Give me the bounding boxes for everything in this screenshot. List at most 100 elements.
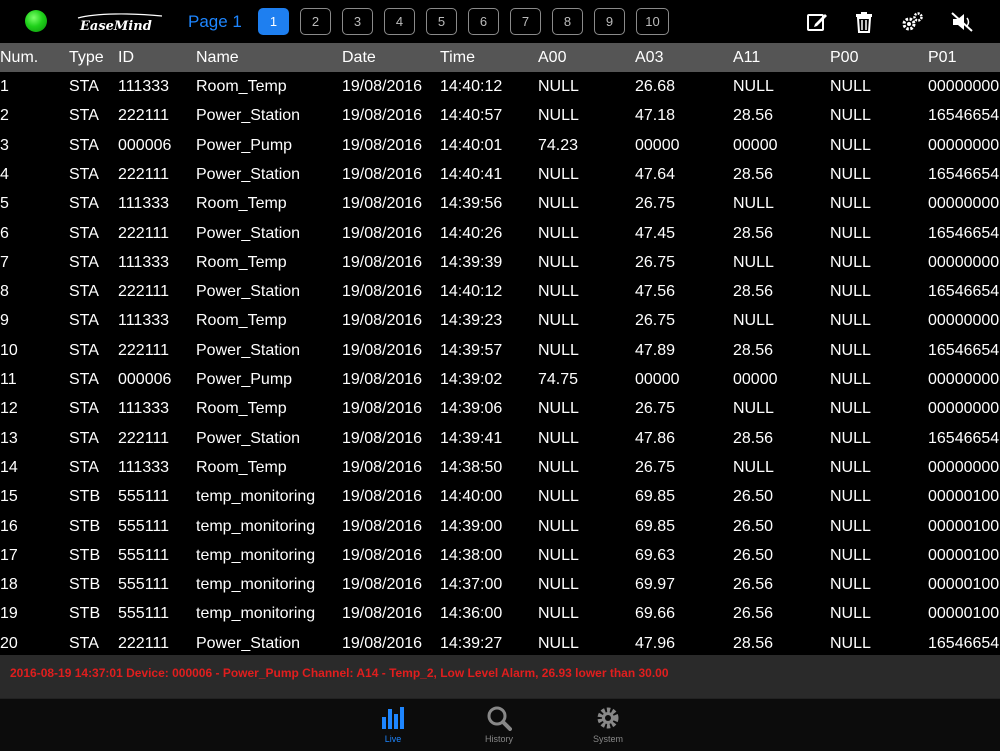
- cell-name: Power_Station: [196, 341, 301, 359]
- cell-time: 14:36:00: [440, 605, 503, 623]
- table-row[interactable]: 6 STA 222111 Power_Station 19/08/2016 14:40:2…: [0, 219, 1000, 248]
- cell-type: STA: [69, 429, 99, 447]
- cell-p00: NULL: [830, 253, 871, 271]
- cell-a11: 28.56: [733, 107, 774, 125]
- cell-type: STB: [69, 605, 101, 623]
- table-row[interactable]: 18 STB 555111 temp_monitoring 19/08/2016 14:3…: [0, 570, 1000, 599]
- cell-p00: NULL: [830, 546, 871, 564]
- table-row[interactable]: 12 STA 111333 Room_Temp 19/08/2016 14:39:06 NU…: [0, 394, 1000, 423]
- cell-p01: 00000000: [928, 78, 1000, 95]
- cell-id: 555111: [118, 605, 170, 623]
- cell-num: 1: [0, 78, 9, 95]
- settings-icon[interactable]: [900, 11, 924, 33]
- cell-a11: 28.56: [733, 224, 774, 242]
- cell-id: 555111: [118, 488, 170, 506]
- table-row[interactable]: 17 STB 555111 temp_monitoring 19/08/2016 14:3…: [0, 541, 1000, 570]
- cell-p01: 16546654: [928, 429, 1000, 447]
- cell-name: Power_Pump: [196, 371, 293, 388]
- table-row[interactable]: 10 STA 222111 Power_Station 19/08/2016 14:39:…: [0, 336, 1000, 365]
- bar-chart-icon: [382, 707, 404, 729]
- cell-date: 19/08/2016: [342, 165, 423, 183]
- column-header-date[interactable]: Date: [342, 49, 376, 67]
- column-header-a03[interactable]: A03: [635, 49, 663, 67]
- cell-num: 2: [0, 107, 9, 125]
- cell-p00: NULL: [830, 136, 871, 154]
- cell-a11: 26.50: [733, 517, 774, 535]
- table-row[interactable]: 9 STA 111333 Room_Temp 19/08/2016 14:39:23 NUL…: [0, 306, 1000, 335]
- cell-type: STA: [69, 165, 99, 183]
- cell-name: temp_monitoring: [196, 576, 316, 594]
- tab-live[interactable]: Live: [358, 703, 428, 749]
- cell-p01: 00000100: [928, 576, 1000, 594]
- column-header-type[interactable]: Type: [69, 49, 104, 67]
- table-row[interactable]: 15 STB 555111 temp_monitoring 19/08/2016 14:4…: [0, 482, 1000, 511]
- page-button-9[interactable]: 9: [594, 8, 625, 35]
- table-row[interactable]: 20 STA 222111 Power_Station 19/08/2016 14:39:…: [0, 629, 1000, 655]
- cell-type: STB: [69, 546, 101, 564]
- column-header-name[interactable]: Name: [196, 49, 239, 67]
- cell-num: 4: [0, 165, 9, 183]
- cell-date: 19/08/2016: [342, 634, 423, 652]
- table-row[interactable]: 16 STB 555111 temp_monitoring 19/08/2016 14:3…: [0, 512, 1000, 541]
- cell-p01: 16546654: [928, 224, 1000, 242]
- table-row[interactable]: 11 STA 000006 Power_Pump 19/08/2016 14:39:02 7…: [0, 365, 1000, 394]
- table-row[interactable]: 5 STA 111333 Room_Temp 19/08/2016 14:39:56 NUL…: [0, 189, 1000, 218]
- table-row[interactable]: 8 STA 222111 Power_Station 19/08/2016 14:40:1…: [0, 277, 1000, 306]
- page-button-6[interactable]: 6: [468, 8, 499, 35]
- cell-num: 20: [0, 634, 18, 652]
- page-button-4[interactable]: 4: [384, 8, 415, 35]
- tab-system[interactable]: System: [573, 703, 643, 749]
- easemind-logo: EaseMind: [77, 13, 163, 34]
- column-header-id[interactable]: ID: [118, 49, 134, 67]
- cell-a03: 47.89: [635, 341, 676, 359]
- cell-a11: 26.50: [733, 488, 774, 506]
- cell-p00: NULL: [830, 371, 871, 388]
- cell-type: STA: [69, 224, 99, 242]
- table-row[interactable]: 13 STA 222111 Power_Station 19/08/2016 14:39:…: [0, 424, 1000, 453]
- trash-icon[interactable]: [852, 11, 876, 33]
- table-row[interactable]: 19 STB 555111 temp_monitoring 19/08/2016 14:3…: [0, 599, 1000, 628]
- page-button-8[interactable]: 8: [552, 8, 583, 35]
- cell-id: 222111: [118, 165, 170, 183]
- cell-time: 14:40:57: [440, 107, 503, 125]
- cell-a03: 00000: [635, 371, 680, 388]
- cell-a11: 28.56: [733, 341, 774, 359]
- mute-icon[interactable]: [950, 11, 974, 33]
- column-header-num[interactable]: Num.: [0, 49, 38, 67]
- cell-a00: NULL: [538, 107, 579, 125]
- cell-a11: 28.56: [733, 165, 774, 183]
- page-button-3[interactable]: 3: [342, 8, 373, 35]
- table-row[interactable]: 2 STA 222111 Power_Station 19/08/2016 14:40:5…: [0, 101, 1000, 130]
- column-header-a11[interactable]: A11: [733, 49, 760, 67]
- cell-p00: NULL: [830, 517, 871, 535]
- cell-name: Room_Temp: [196, 195, 287, 213]
- table-row[interactable]: 14 STA 111333 Room_Temp 19/08/2016 14:38:50 NU…: [0, 453, 1000, 482]
- table-row[interactable]: 1 STA 111333 Room_Temp 19/08/2016 14:40:12 NUL…: [0, 72, 1000, 101]
- cell-a11: NULL: [733, 458, 774, 476]
- cell-date: 19/08/2016: [342, 78, 423, 95]
- page-button-2[interactable]: 2: [300, 8, 331, 35]
- tab-history[interactable]: History: [464, 703, 534, 749]
- cell-a03: 69.85: [635, 488, 676, 506]
- column-header-p00[interactable]: P00: [830, 49, 858, 67]
- page-button-7[interactable]: 7: [510, 8, 541, 35]
- cell-id: 111333: [118, 253, 170, 271]
- page-button-5[interactable]: 5: [426, 8, 457, 35]
- cell-p01: 16546654: [928, 634, 1000, 652]
- cell-a00: NULL: [538, 312, 579, 330]
- table-row[interactable]: 7 STA 111333 Room_Temp 19/08/2016 14:39:39 NUL…: [0, 248, 1000, 277]
- table-row[interactable]: 4 STA 222111 Power_Station 19/08/2016 14:40:4…: [0, 160, 1000, 189]
- table-row[interactable]: 3 STA 000006 Power_Pump 19/08/2016 14:40:01 74…: [0, 131, 1000, 160]
- page-button-10[interactable]: 10: [636, 8, 669, 35]
- cell-name: Room_Temp: [196, 458, 287, 476]
- column-header-time[interactable]: Time: [440, 49, 475, 67]
- cell-time: 14:40:41: [440, 165, 503, 183]
- page-button-1[interactable]: 1: [258, 8, 289, 35]
- edit-icon[interactable]: [805, 11, 829, 33]
- cell-id: 222111: [118, 107, 170, 125]
- column-header-p01[interactable]: P01: [928, 49, 956, 67]
- cell-id: 111333: [118, 312, 170, 330]
- cell-id: 222111: [118, 224, 170, 242]
- cell-id: 000006: [118, 371, 172, 388]
- column-header-a00[interactable]: A00: [538, 49, 566, 67]
